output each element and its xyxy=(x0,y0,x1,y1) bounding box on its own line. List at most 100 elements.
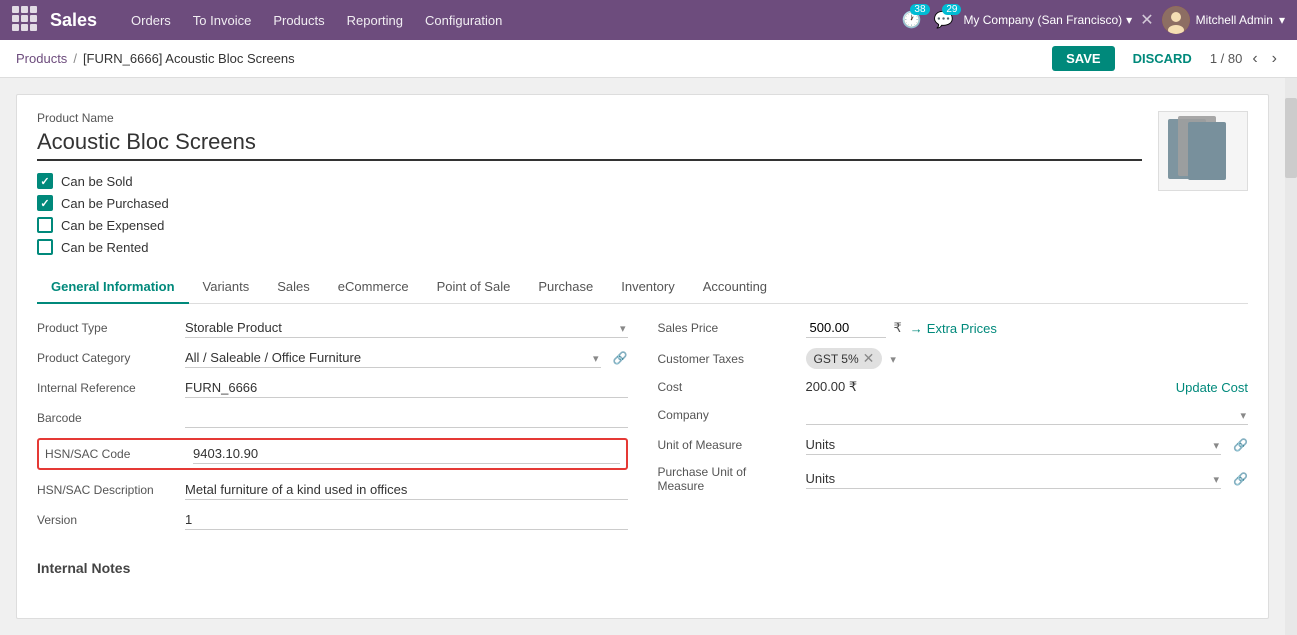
tab-sales[interactable]: Sales xyxy=(263,271,324,304)
update-cost-link[interactable]: Update Cost xyxy=(1176,380,1248,395)
checkbox-can-be-rented-label: Can be Rented xyxy=(61,240,148,255)
hsn-code-input[interactable] xyxy=(193,444,620,464)
puom-external-link[interactable]: 🔗 xyxy=(1233,472,1248,486)
top-navigation: Sales Orders To Invoice Products Reporti… xyxy=(0,0,1297,40)
tag-remove-icon[interactable]: ✕ xyxy=(863,350,875,367)
checkbox-can-be-expensed-box xyxy=(37,217,53,233)
customer-taxes-row: Customer Taxes GST 5% ✕ ▾ xyxy=(658,348,1249,369)
product-category-select[interactable]: All / Saleable / Office Furniture xyxy=(185,348,601,368)
puom-select[interactable]: Units xyxy=(806,469,1222,489)
barcode-label: Barcode xyxy=(37,411,177,425)
checkbox-can-be-sold[interactable]: Can be Sold xyxy=(37,173,1142,189)
tab-general-information[interactable]: General Information xyxy=(37,271,189,304)
menu-products[interactable]: Products xyxy=(263,9,334,32)
hsn-desc-input[interactable] xyxy=(185,480,628,500)
checkbox-can-be-sold-box xyxy=(37,173,53,189)
checkbox-can-be-expensed-label: Can be Expensed xyxy=(61,218,164,233)
product-type-row: Product Type Storable Product ▾ xyxy=(37,318,628,338)
internal-notes-title: Internal Notes xyxy=(37,560,1248,576)
product-category-external-link[interactable]: 🔗 xyxy=(613,351,628,365)
messages-button[interactable]: 💬 29 xyxy=(932,8,956,32)
barcode-input[interactable] xyxy=(185,408,628,428)
company-select[interactable] xyxy=(806,405,1249,425)
extra-prices-link[interactable]: → Extra Prices xyxy=(910,321,997,336)
breadcrumb-separator: / xyxy=(73,51,77,66)
uom-select[interactable]: Units xyxy=(806,435,1222,455)
company-row: Company ▾ xyxy=(658,405,1249,425)
puom-row: Purchase Unit ofMeasure Units ▾ 🔗 xyxy=(658,465,1249,494)
product-category-row: Product Category All / Saleable / Office… xyxy=(37,348,628,368)
customer-taxes-tag: GST 5% ✕ xyxy=(806,348,883,369)
menu-to-invoice[interactable]: To Invoice xyxy=(183,9,262,32)
checkboxes: Can be Sold Can be Purchased Can be Expe… xyxy=(37,173,1142,255)
checkbox-can-be-rented[interactable]: Can be Rented xyxy=(37,239,1142,255)
tab-content-general: Product Type Storable Product ▾ Product … xyxy=(37,304,1248,544)
internal-reference-row: Internal Reference xyxy=(37,378,628,398)
menu-reporting[interactable]: Reporting xyxy=(337,9,413,32)
product-type-label: Product Type xyxy=(37,321,177,335)
activity-button[interactable]: 🕐 38 xyxy=(900,8,924,32)
company-select-wrapper: ▾ xyxy=(806,405,1249,425)
cost-label: Cost xyxy=(658,380,798,394)
sales-price-input[interactable] xyxy=(806,318,886,338)
product-name-left: Product Name Can be Sold Can be Purchase… xyxy=(37,111,1142,255)
app-brand: Sales xyxy=(50,10,97,31)
top-menu: Orders To Invoice Products Reporting Con… xyxy=(121,9,896,32)
currency-symbol: ₹ xyxy=(894,320,902,336)
uom-select-wrapper: Units ▾ xyxy=(806,435,1222,455)
user-menu[interactable]: Mitchell Admin ▾ xyxy=(1162,6,1285,34)
checkbox-can-be-sold-label: Can be Sold xyxy=(61,174,133,189)
product-type-select[interactable]: Storable Product xyxy=(185,318,628,338)
menu-configuration[interactable]: Configuration xyxy=(415,9,512,32)
action-buttons: SAVE DISCARD 1 / 80 ‹ › xyxy=(1052,46,1281,71)
checkbox-can-be-rented-box xyxy=(37,239,53,255)
checkbox-can-be-purchased[interactable]: Can be Purchased xyxy=(37,195,1142,211)
scrollbar[interactable] xyxy=(1285,78,1297,635)
checkbox-can-be-expensed[interactable]: Can be Expensed xyxy=(37,217,1142,233)
tab-accounting[interactable]: Accounting xyxy=(689,271,781,304)
form-inner: Product Name Can be Sold Can be Purchase… xyxy=(17,95,1268,600)
activity-badge: 38 xyxy=(910,4,929,15)
user-dropdown-icon: ▾ xyxy=(1279,13,1285,27)
scrollbar-thumb xyxy=(1285,98,1297,178)
form-col-right: Sales Price ₹ → Extra Prices Customer Ta… xyxy=(658,318,1249,530)
app-grid-icon[interactable] xyxy=(12,6,40,34)
pager-prev[interactable]: ‹ xyxy=(1248,48,1261,70)
tab-ecommerce[interactable]: eCommerce xyxy=(324,271,423,304)
pager-text: 1 / 80 xyxy=(1210,51,1243,66)
breadcrumb: Products / [FURN_6666] Acoustic Bloc Scr… xyxy=(16,51,295,66)
tab-inventory[interactable]: Inventory xyxy=(607,271,688,304)
pager-next[interactable]: › xyxy=(1268,48,1281,70)
menu-orders[interactable]: Orders xyxy=(121,9,181,32)
company-label: Company xyxy=(658,408,798,422)
gst-tag-text: GST 5% xyxy=(814,352,859,366)
tab-purchase[interactable]: Purchase xyxy=(524,271,607,304)
tabs: General Information Variants Sales eComm… xyxy=(37,271,1248,304)
customer-taxes-label: Customer Taxes xyxy=(658,352,798,366)
top-right-area: 🕐 38 💬 29 My Company (San Francisco) ▾ ✕… xyxy=(900,6,1285,34)
form-card: Product Name Can be Sold Can be Purchase… xyxy=(16,94,1269,619)
tab-variants[interactable]: Variants xyxy=(189,271,264,304)
sales-price-row: Sales Price ₹ → Extra Prices xyxy=(658,318,1249,338)
product-name-section: Product Name Can be Sold Can be Purchase… xyxy=(37,111,1248,255)
version-row: Version xyxy=(37,510,628,530)
tab-point-of-sale[interactable]: Point of Sale xyxy=(423,271,525,304)
company-selector[interactable]: My Company (San Francisco) ▾ xyxy=(963,13,1132,27)
extra-prices-label: Extra Prices xyxy=(927,321,997,336)
close-button[interactable]: ✕ xyxy=(1140,10,1153,30)
puom-label-text: Purchase Unit ofMeasure xyxy=(658,465,747,493)
product-name-input[interactable] xyxy=(37,129,1142,161)
discard-button[interactable]: DISCARD xyxy=(1123,46,1202,71)
puom-label: Purchase Unit ofMeasure xyxy=(658,465,798,494)
internal-reference-input[interactable] xyxy=(185,378,628,398)
uom-external-link[interactable]: 🔗 xyxy=(1233,438,1248,452)
product-name-label: Product Name xyxy=(37,111,1142,125)
product-category-wrapper: All / Saleable / Office Furniture ▾ xyxy=(185,348,601,368)
version-input[interactable] xyxy=(185,510,628,530)
company-dropdown-icon: ▾ xyxy=(1126,13,1132,27)
puom-select-wrapper: Units ▾ xyxy=(806,469,1222,489)
breadcrumb-current: [FURN_6666] Acoustic Bloc Screens xyxy=(83,51,295,66)
save-button[interactable]: SAVE xyxy=(1052,46,1114,71)
messages-badge: 29 xyxy=(942,4,961,15)
breadcrumb-parent[interactable]: Products xyxy=(16,51,67,66)
